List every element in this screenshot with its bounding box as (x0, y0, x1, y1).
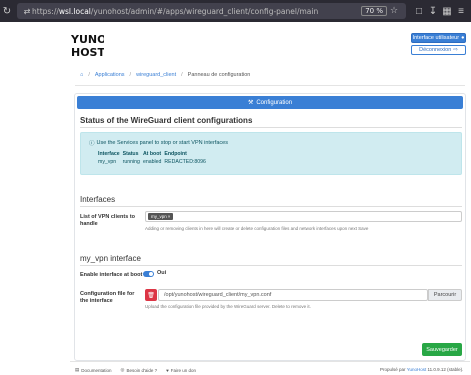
documentation-link[interactable]: ▤ Documentation (75, 367, 112, 373)
column-header: Interface (98, 151, 120, 157)
help-label: Besoin d'aide ? (126, 367, 158, 373)
column-header: Status (122, 151, 139, 157)
config-file-label: Configuration file for the interface (80, 291, 135, 304)
config-panel-card: ⚒ Configuration Status of the WireGuard … (74, 93, 466, 361)
info-icon: ⓘ (89, 141, 95, 147)
home-icon[interactable]: ⌂ (80, 72, 83, 78)
url-path: /yunohost/admin/#/apps/wireguard_client/… (90, 6, 319, 16)
donate-label: Faire un don (170, 367, 197, 373)
my-vpn-section-title: my_vpn interface (80, 254, 141, 263)
table-cell: REDACTED:8096 (164, 159, 206, 165)
lifebuoy-icon: ◎ (120, 367, 125, 372)
save-button[interactable]: Sauvegarder (422, 343, 462, 356)
powered-by: Propulsé par YunoHost 11.0.9.12 (stable)… (380, 367, 463, 372)
documentation-label: Documentation (81, 367, 112, 373)
logout-label: Déconnexion (419, 47, 452, 53)
tab-configuration[interactable]: ⚒ Configuration (77, 96, 463, 109)
trash-icon: 🗑 (147, 292, 155, 299)
enable-at-boot-toggle[interactable] (143, 271, 154, 277)
bookmark-star-icon[interactable]: ☆ (387, 4, 401, 18)
book-icon: ▤ (75, 367, 80, 372)
boot-label: Enable interface at boot (80, 272, 143, 278)
section-divider (80, 127, 462, 128)
table-cell: enabled (142, 159, 162, 165)
browser-toolbar: ↻ ⇄ https:// wsl.local /yunohost/admin/#… (0, 0, 471, 22)
pocket-icon[interactable]: □ (412, 4, 426, 18)
site-info-icon[interactable]: ⇄ (22, 4, 32, 18)
column-header: Endpoint (164, 151, 187, 157)
vpn-client-tag-label: my_vpn (151, 214, 167, 219)
status-info-message: Use the Services panel to stop or start … (96, 140, 228, 146)
tab-configuration-label: Configuration (256, 99, 293, 106)
yunohost-logo[interactable]: YUNO HOST (70, 30, 106, 64)
url-host: wsl.local (58, 6, 91, 16)
help-link[interactable]: ◎ Besoin d'aide ? (121, 367, 158, 373)
yunohost-link[interactable]: YunoHost (407, 367, 427, 372)
zoom-level[interactable]: 70 % (361, 6, 387, 16)
status-section-title: Status of the WireGuard client configura… (80, 116, 253, 125)
config-file-row: 🗑 /opt/yunohost/wireguard_client/my_vpn.… (145, 289, 462, 301)
breadcrumb-separator: / (88, 72, 90, 78)
delete-file-button[interactable]: 🗑 (145, 289, 157, 301)
footer-links: ▤ Documentation ◎ Besoin d'aide ? ♥ Fair… (75, 367, 196, 373)
powered-prefix: Propulsé par (380, 367, 406, 372)
breadcrumb-separator: / (129, 72, 132, 78)
reload-icon[interactable]: ↻ (0, 4, 14, 18)
user-interface-label: Interface utilisateur (412, 35, 460, 41)
breadcrumb-app[interactable]: wireguard_client (136, 72, 176, 78)
config-file-input[interactable]: /opt/yunohost/wireguard_client/my_vpn.co… (158, 289, 428, 301)
table-row: my_vpn running enabled REDACTED:8096 (98, 158, 209, 165)
user-icon: ● (461, 35, 465, 41)
section-divider (80, 206, 462, 207)
browse-button[interactable]: Parcourir (428, 289, 462, 301)
status-info-alert: ⓘ Use the Services panel to stop or star… (80, 132, 462, 175)
remove-tag-icon[interactable]: × (168, 214, 171, 219)
svg-text:HOST: HOST (71, 46, 104, 59)
url-prefix: https:// (32, 6, 59, 16)
user-interface-button[interactable]: Interface utilisateur ● (411, 33, 466, 43)
version: 11.0.9.12 (stable). (427, 367, 464, 372)
wrench-icon: ⚒ (247, 100, 254, 106)
footer-divider (70, 361, 470, 362)
svg-text:YUNO: YUNO (70, 33, 104, 46)
toggle-knob (149, 272, 153, 276)
vpn-clients-tag-input[interactable]: my_vpn × (145, 211, 462, 222)
donate-link[interactable]: ♥ Faire un don (166, 367, 196, 373)
column-header: At boot (142, 151, 162, 157)
breadcrumb-applications[interactable]: Applications (95, 72, 125, 78)
breadcrumb: ⌂ / Applications / wireguard_client / Pa… (80, 72, 250, 78)
boot-value: Oui (157, 270, 167, 276)
address-bar[interactable]: ⇄ https:// wsl.local /yunohost/admin/#/a… (17, 3, 406, 19)
heart-icon: ♥ (166, 367, 169, 373)
logout-button[interactable]: Déconnexion ⇨ (411, 45, 466, 55)
download-icon[interactable]: ↧ (426, 4, 440, 18)
breadcrumb-current: Panneau de configuration (187, 72, 251, 78)
breadcrumb-separator: / (181, 72, 183, 78)
table-cell: running (122, 159, 140, 165)
header-divider (75, 85, 465, 86)
vpn-client-tag[interactable]: my_vpn × (148, 213, 174, 220)
menu-icon[interactable]: ≡ (454, 4, 468, 18)
table-cell: my_vpn (98, 159, 117, 165)
config-file-help: Upload the configuration file provided b… (145, 304, 311, 309)
interfaces-section-title: Interfaces (80, 195, 116, 204)
section-divider (80, 265, 462, 266)
logout-icon: ⇨ (453, 47, 458, 53)
vpn-clients-label: List of VPN clients to handle (80, 214, 136, 227)
vpn-status-table: Interface Status At boot Endpoint my_vpn… (98, 151, 209, 165)
vpn-clients-help: Adding or removing clients in here will … (145, 226, 369, 231)
extension-icon[interactable]: ▦ (440, 4, 454, 18)
